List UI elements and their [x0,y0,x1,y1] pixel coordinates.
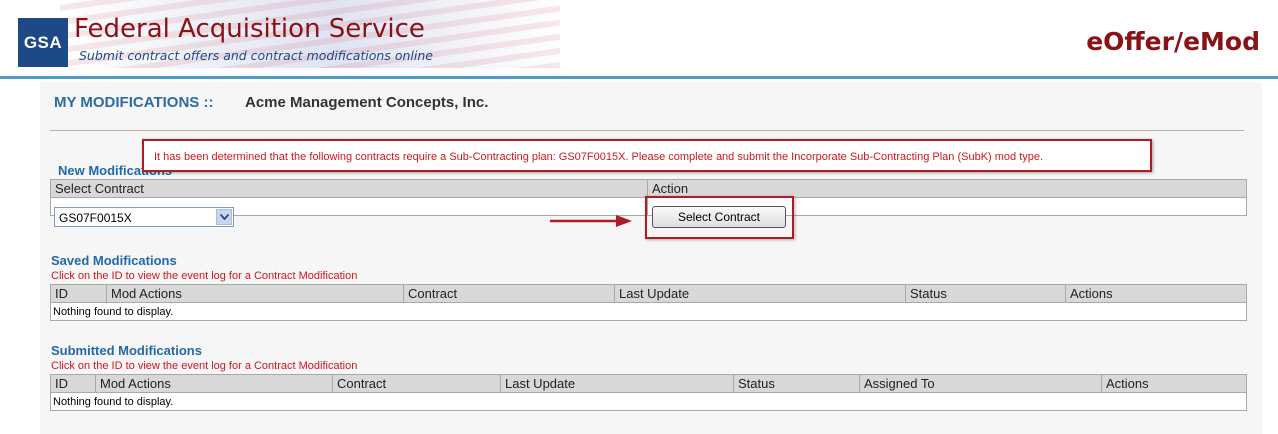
empty-row-message: Nothing found to display. [50,302,1247,321]
column-header-action: Action [647,179,1247,198]
header-divider [0,76,1278,79]
contract-select[interactable]: GS07F0015X [54,207,234,227]
column-header-id[interactable]: ID [50,374,96,393]
column-header-mod-actions[interactable]: Mod Actions [95,374,333,393]
column-header-status[interactable]: Status [905,284,1066,303]
column-header-select-contract: Select Contract [50,179,648,198]
chevron-down-icon[interactable] [216,209,232,225]
select-contract-button[interactable]: Select Contract [652,206,786,228]
submitted-modifications-hint: Click on the ID to view the event log fo… [51,360,358,372]
column-header-status[interactable]: Status [733,374,860,393]
site-header: GSA Federal Acquisition Service Submit c… [0,0,1278,80]
column-header-actions[interactable]: Actions [1065,284,1247,303]
contract-select-value: GS07F0015X [59,211,132,225]
alert-message: It has been determined that the followin… [154,151,1044,163]
arrow-right-icon [550,215,632,227]
empty-row-message: Nothing found to display. [50,392,1247,411]
submitted-modifications-title: Submitted Modifications [51,343,202,358]
section-divider [50,130,1244,131]
column-header-last-update[interactable]: Last Update [614,284,906,303]
gsa-logo[interactable]: GSA [18,18,68,67]
column-header-id[interactable]: ID [50,284,107,303]
submitted-modifications-table: ID Mod Actions Contract Last Update Stat… [50,374,1247,411]
saved-modifications-table: ID Mod Actions Contract Last Update Stat… [50,284,1247,321]
gsa-logo-text: GSA [23,32,63,52]
column-header-last-update[interactable]: Last Update [500,374,734,393]
column-header-mod-actions[interactable]: Mod Actions [106,284,404,303]
app-title: eOffer/eMod [1086,27,1260,56]
agency-title: Federal Acquisition Service [74,14,425,44]
column-header-assigned-to[interactable]: Assigned To [859,374,1102,393]
page-title: MY MODIFICATIONS :: [54,94,214,111]
company-name: Acme Management Concepts, Inc. [245,94,489,111]
column-header-contract[interactable]: Contract [403,284,615,303]
agency-tagline: Submit contract offers and contract modi… [79,48,433,63]
column-header-contract[interactable]: Contract [332,374,501,393]
subcontracting-alert: It has been determined that the followin… [142,139,1152,172]
saved-modifications-title: Saved Modifications [51,253,177,268]
saved-modifications-hint: Click on the ID to view the event log fo… [51,270,358,282]
column-header-actions[interactable]: Actions [1101,374,1247,393]
